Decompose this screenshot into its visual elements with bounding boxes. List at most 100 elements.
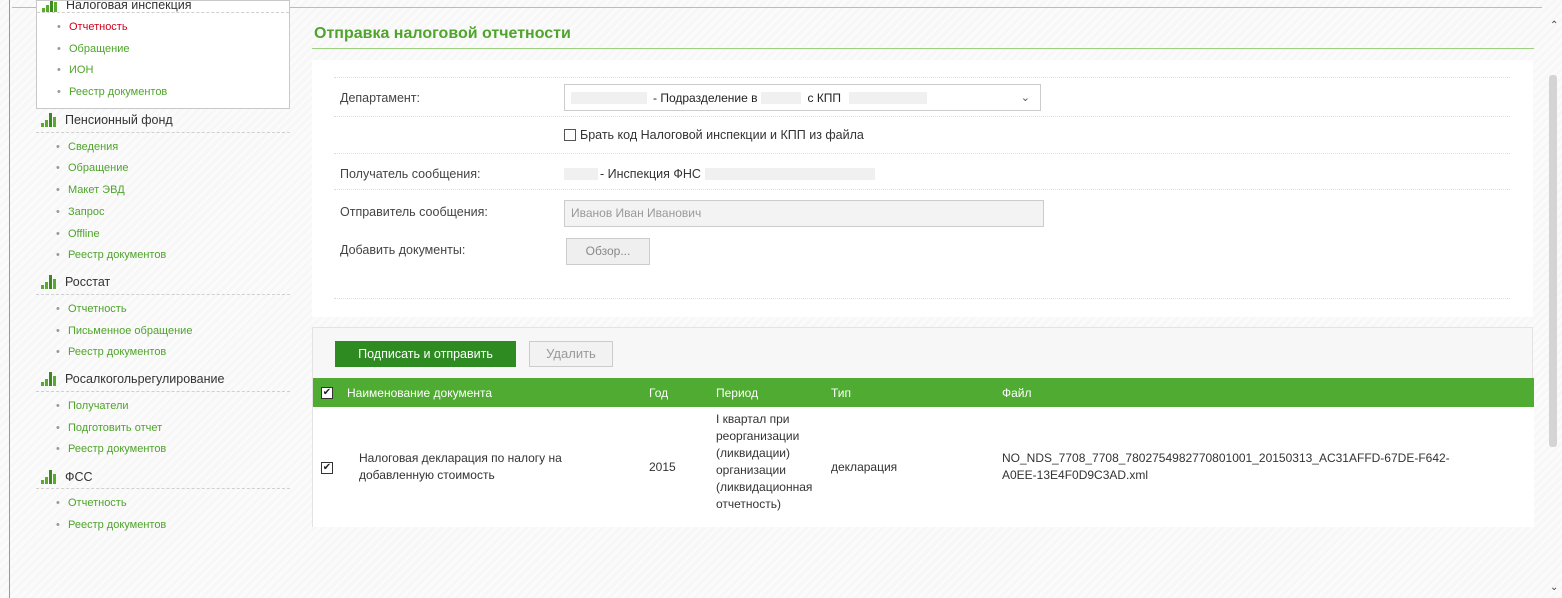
chevron-down-icon: ⌄ [1020,92,1030,104]
sidebar-group-fss: ФСС Отчетность Реестр документов [36,465,290,540]
sidebar-item-rosstat-registry[interactable]: Реестр документов [56,342,290,364]
sign-and-send-button[interactable]: Подписать и отправить [335,341,516,367]
add-documents-label: Добавить документы: [340,243,466,257]
sidebar-item-list: Отчетность Обращение ИОН Реестр документ… [37,13,289,108]
department-label: Департамент: [340,91,420,105]
sidebar-item-tax-registry[interactable]: Реестр документов [57,82,289,104]
table-row[interactable]: ✔ Налоговая декларация по налогу на доба… [313,407,1534,527]
sidebar-item-fss-registry[interactable]: Реестр документов [56,515,290,537]
recipient-label: Получатель сообщения: [340,167,481,181]
recipient-value: - Инспекция ФНС [564,167,875,181]
sidebar-item-alcohol-prepare[interactable]: Подготовить отчет [56,418,290,440]
col-header-name[interactable]: Наименование документа [347,386,492,400]
year-cell: 2015 [649,460,676,474]
row-divider [334,298,1510,299]
col-header-period[interactable]: Период [716,386,758,400]
row-divider [334,116,1510,117]
period-line: (ликвидации) [716,446,790,460]
sender-label: Отправитель сообщения: [340,205,488,219]
sidebar-item-tax-appeal[interactable]: Обращение [57,39,289,61]
bar-chart-icon [42,1,58,12]
sidebar-group-tax: Налоговая инспекция Отчетность Обращение… [36,0,290,109]
sidebar-item-pension-appeal[interactable]: Обращение [56,158,290,180]
sidebar-group-header-alcohol[interactable]: Росалкогольрегулирование [36,368,290,392]
send-form-panel: Департамент: - Подразделение в с КПП ⌄ Б… [312,60,1533,317]
sidebar-item-rosstat-reporting[interactable]: Отчетность [56,299,290,321]
checkbox-icon[interactable] [564,129,576,141]
scrollbar-thumb[interactable] [1549,75,1557,447]
file-name-line: A0EE-13E4F0D9C3AD.xml [1002,468,1149,482]
title-divider [312,48,1534,49]
sidebar-item-pension-evd[interactable]: Макет ЭВД [56,180,290,202]
redacted-field [571,91,647,104]
bar-chart-icon [41,113,57,128]
documents-panel: Подписать и отправить Удалить ✔ Наименов… [312,327,1534,527]
doc-name-line: добавленную стоимость [359,468,495,482]
redacted-field [849,91,928,104]
scroll-down-icon[interactable]: ⌄ [1550,582,1558,593]
sidebar-item-list: Сведения Обращение Макет ЭВД Запрос Offl… [36,133,290,271]
file-cell: NO_NDS_7708_7708_7802754982770801001_201… [1002,450,1450,484]
bar-chart-icon [41,275,57,290]
sidebar-group-title: ФСС [65,469,93,484]
file-name-line: NO_NDS_7708_7708_7802754982770801001_201… [1002,451,1450,465]
department-value-kpp: с КПП [807,90,842,105]
bar-chart-icon [41,372,57,387]
period-line: организации [716,463,786,477]
sidebar-item-list: Отчетность Письменное обращение Реестр д… [36,295,290,368]
delete-button[interactable]: Удалить [529,341,613,367]
doc-name-cell: Налоговая декларация по налогу на добавл… [359,450,562,484]
redacted-field [761,91,802,104]
sidebar-item-list: Получатели Подготовить отчет Реестр доку… [36,392,290,465]
sidebar-group-title: Пенсионный фонд [65,113,173,128]
sidebar-group-pension: Пенсионный фонд Сведения Обращение Макет… [36,109,290,271]
type-cell: декларация [831,460,898,474]
period-line: отчетность) [716,497,781,511]
sidebar-item-list: Отчетность Реестр документов [36,489,290,540]
sidebar-group-alcohol: Росалкогольрегулирование Получатели Подг… [36,368,290,465]
sidebar-group-header-fss[interactable]: ФСС [36,465,290,489]
sidebar-item-alcohol-registry[interactable]: Реестр документов [56,439,290,461]
sidebar-group-header-tax[interactable]: Налоговая инспекция [37,1,289,13]
sidebar-item-pension-offline[interactable]: Offline [56,224,290,246]
sidebar: Налоговая инспекция Отчетность Обращение… [36,0,290,540]
row-checkbox[interactable]: ✔ [321,462,333,474]
sidebar-group-title: Налоговая инспекция [66,1,192,12]
sender-field[interactable]: Иванов Иван Иванович [564,200,1044,227]
col-header-year[interactable]: Год [649,386,668,400]
redacted-field [704,168,875,180]
sidebar-item-fss-reporting[interactable]: Отчетность [56,493,290,515]
col-header-type[interactable]: Тип [831,386,851,400]
period-line: реорганизации [716,429,800,443]
sidebar-item-tax-ion[interactable]: ИОН [57,60,289,82]
sidebar-item-pension-request[interactable]: Запрос [56,202,290,224]
page-title: Отправка налоговой отчетности [314,25,571,42]
row-divider [334,189,1510,190]
redacted-field [564,168,598,180]
sidebar-group-rosstat: Росстат Отчетность Письменное обращение … [36,271,290,368]
sidebar-item-tax-reporting[interactable]: Отчетность [57,17,289,39]
table-header: ✔ Наименование документа Год Период Тип … [313,378,1534,407]
browse-button[interactable]: Обзор... [566,238,650,265]
sidebar-group-header-pension[interactable]: Пенсионный фонд [36,109,290,133]
recipient-inspection: - Инспекция ФНС [600,167,701,181]
take-from-file-label: Брать код Налоговой инспекции и КПП из ф… [580,128,864,142]
period-cell: I квартал при реорганизации (ликвидации)… [716,411,812,513]
take-from-file-checkbox[interactable]: Брать код Налоговой инспекции и КПП из ф… [564,128,864,142]
row-divider [334,77,1510,78]
select-all-checkbox[interactable]: ✔ [321,387,333,399]
window-left-border [9,0,10,598]
sidebar-item-pension-registry[interactable]: Реестр документов [56,245,290,267]
row-divider [334,153,1510,154]
scroll-up-icon[interactable]: ⌃ [1550,20,1558,31]
department-select[interactable]: - Подразделение в с КПП ⌄ [564,84,1041,111]
col-header-file[interactable]: Файл [1002,386,1032,400]
sidebar-item-pension-info[interactable]: Сведения [56,137,290,159]
sidebar-item-rosstat-letter[interactable]: Письменное обращение [56,321,290,343]
sidebar-group-header-rosstat[interactable]: Росстат [36,271,290,295]
sidebar-item-alcohol-recipients[interactable]: Получатели [56,396,290,418]
bar-chart-icon [41,469,57,484]
doc-name-line: Налоговая декларация по налогу на [359,451,562,465]
period-line: I квартал при [716,412,790,426]
department-value-division: - Подразделение в [653,90,758,105]
